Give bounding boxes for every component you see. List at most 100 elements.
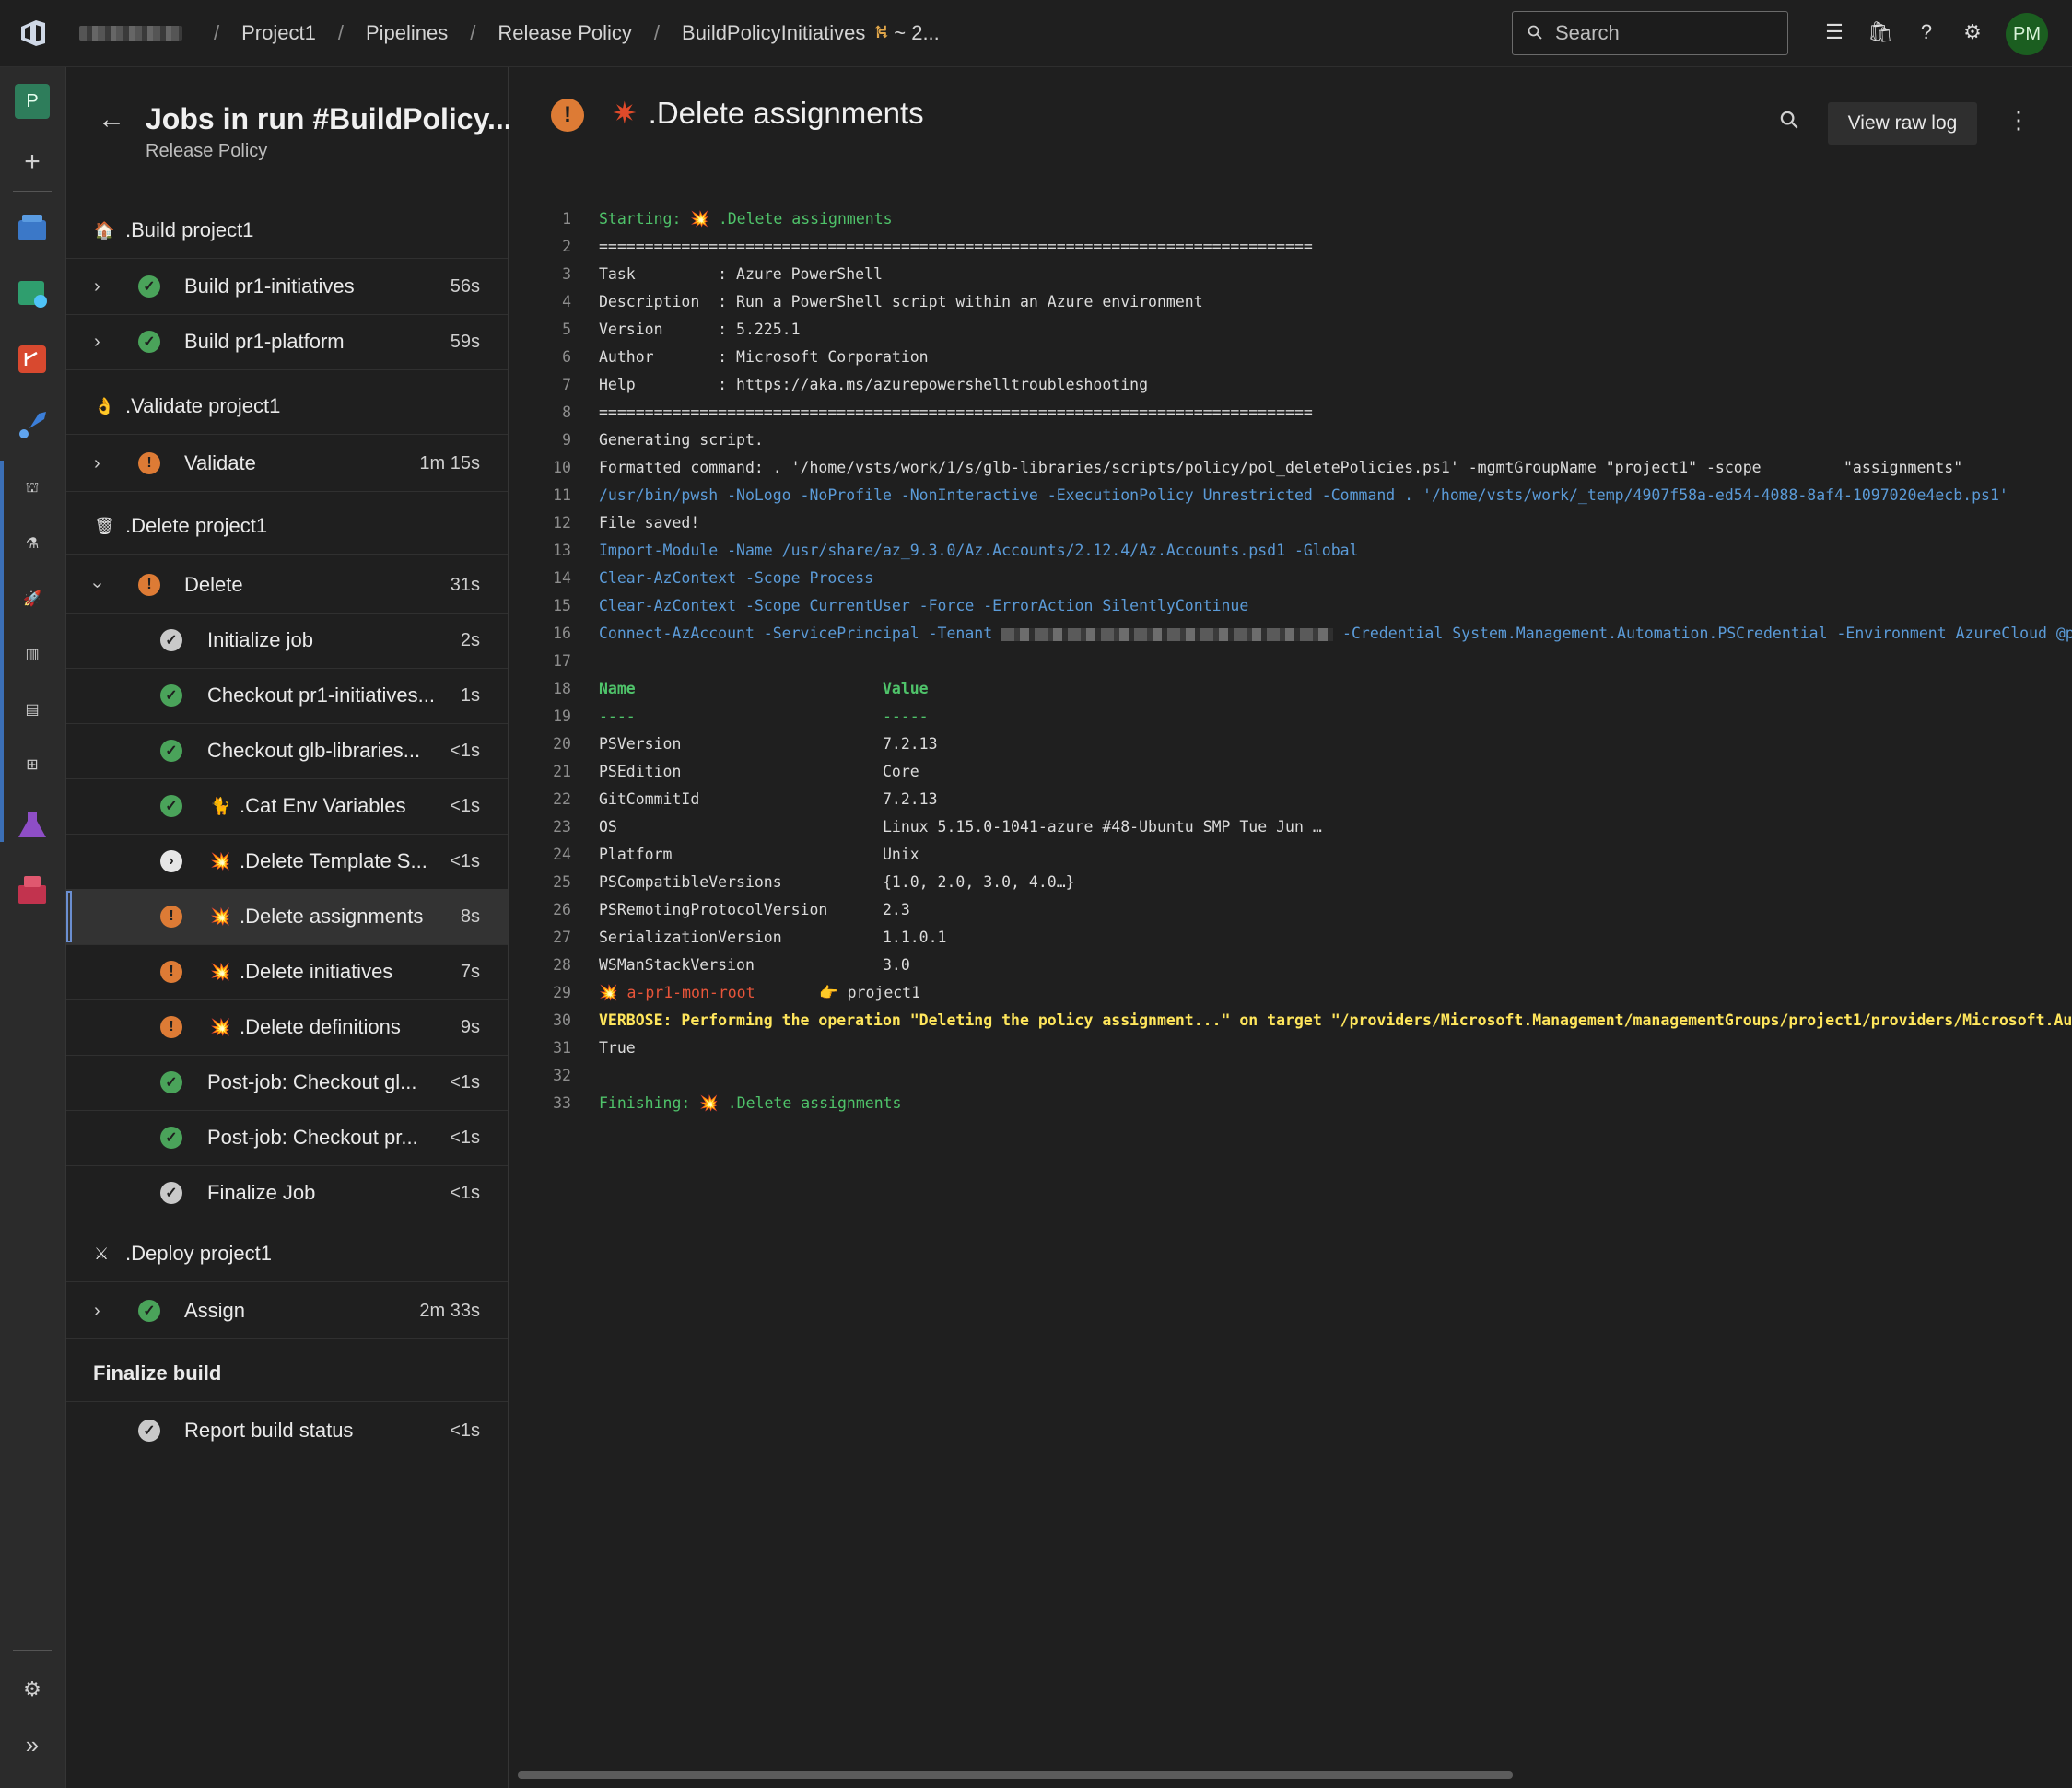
- navigation-rail: P + ⛫ ⚗ 🚀 ▥ ▤ ⊞ ⚙ »: [0, 67, 66, 1788]
- stage-deploy[interactable]: ⚔ .Deploy project1: [66, 1226, 508, 1282]
- more-options-icon[interactable]: ⋮: [2007, 106, 2031, 134]
- stage-delete[interactable]: 🗑 .Delete project1: [66, 498, 508, 555]
- log-line: 3 Task : Azure PowerShell: [509, 261, 2072, 288]
- log-line: 4 Description : Run a PowerShell script w…: [509, 288, 2072, 316]
- work-items-list-icon[interactable]: ☰: [1811, 11, 1857, 53]
- breadcrumb-run[interactable]: ~ 2...: [894, 21, 940, 45]
- log-line-text: ---- -----: [599, 707, 929, 725]
- log-line-text: Author : Microsoft Corporation: [599, 348, 929, 366]
- marketplace-bag-icon[interactable]: 🛍: [1857, 11, 1903, 53]
- search-placeholder: Search: [1555, 21, 1620, 44]
- log-line-number: 17: [553, 652, 571, 670]
- user-settings-icon[interactable]: ⚙: [1949, 11, 1996, 53]
- environments-icon[interactable]: ⚗: [11, 522, 53, 565]
- step-row[interactable]: ✓ Finalize Job <1s: [66, 1165, 508, 1221]
- back-arrow-icon[interactable]: ←: [98, 104, 125, 135]
- chevron-right-icon[interactable]: ›: [94, 1301, 100, 1322]
- log-line-number: 25: [553, 873, 571, 891]
- job-row[interactable]: › ✓ Assign 2m 33s: [66, 1283, 508, 1339]
- chevron-right-icon[interactable]: ›: [94, 276, 100, 298]
- library-icon[interactable]: ▥: [11, 633, 53, 675]
- log-line-number: 10: [553, 459, 571, 476]
- job-label: Report build status: [184, 1419, 354, 1442]
- job-row-expanded[interactable]: › ! Delete 31s: [66, 557, 508, 614]
- boards-icon[interactable]: [11, 272, 53, 314]
- log-line: 13 Import-Module -Name /usr/share/az_9.3.…: [509, 537, 2072, 565]
- repos-icon[interactable]: [11, 338, 53, 380]
- pipelines-builds-icon[interactable]: ⛫: [11, 467, 53, 509]
- avatar[interactable]: PM: [2006, 13, 2048, 55]
- log-line-text: Finishing: 💥 .Delete assignments: [599, 1094, 902, 1112]
- log-line-text: /usr/bin/pwsh -NoLogo -NoProfile -NonInt…: [599, 486, 2008, 504]
- job-duration: 59s: [450, 331, 480, 352]
- log-line: 5 Version : 5.225.1: [509, 316, 2072, 344]
- help-link[interactable]: https://aka.ms/azurepowershelltroublesho…: [736, 376, 1148, 393]
- log-line-number: 23: [553, 818, 571, 836]
- step-row[interactable]: ✓ 🐈 .Cat Env Variables <1s: [66, 778, 508, 835]
- azure-devops-logo-icon[interactable]: [0, 0, 66, 66]
- step-row[interactable]: ✓ Checkout pr1-initiatives... 1s: [66, 668, 508, 724]
- stage-build[interactable]: 🏠 .Build project1: [66, 203, 508, 259]
- log-line-number: 30: [553, 1011, 571, 1029]
- step-row[interactable]: ✓ Post-job: Checkout gl... <1s: [66, 1055, 508, 1111]
- log-line-number: 5: [562, 321, 571, 338]
- releases-icon[interactable]: 🚀: [11, 578, 53, 620]
- step-label: Finalize Job: [207, 1181, 316, 1204]
- job-row[interactable]: › ✓ Build pr1-initiatives 56s: [66, 259, 508, 315]
- task-groups-icon[interactable]: ▤: [11, 688, 53, 730]
- step-row[interactable]: ✓ Initialize job 2s: [66, 613, 508, 669]
- chevron-down-icon[interactable]: ›: [87, 582, 108, 589]
- breadcrumb-pipelines[interactable]: Pipelines: [366, 21, 448, 45]
- log-line-number: 29: [553, 984, 571, 1001]
- job-label: Assign: [184, 1299, 246, 1322]
- breadcrumb-release-policy[interactable]: Release Policy: [498, 21, 632, 45]
- job-row[interactable]: › ! Validate 1m 15s: [66, 436, 508, 492]
- log-line-text: Generating script.: [599, 431, 764, 449]
- job-label: Validate: [184, 451, 256, 474]
- step-row[interactable]: › 💥 .Delete Template S... <1s: [66, 834, 508, 890]
- log-title-text: .Delete assignments: [648, 96, 924, 130]
- search-log-icon[interactable]: [1780, 110, 1798, 135]
- step-duration: 2s: [460, 629, 480, 650]
- add-icon[interactable]: +: [11, 141, 53, 183]
- log-line: 1 Starting: 💥 .Delete assignments: [509, 205, 2072, 233]
- log-line: 9 Generating script.: [509, 427, 2072, 454]
- job-row[interactable]: ✓ Report build status <1s: [66, 1403, 508, 1458]
- step-label: .Delete initiatives: [240, 960, 393, 983]
- log-line-number: 9: [562, 431, 571, 449]
- log-line-number: 26: [553, 901, 571, 918]
- artifacts-icon[interactable]: [11, 869, 53, 911]
- breadcrumb-pipeline-name[interactable]: BuildPolicyInitiatives: [682, 21, 865, 45]
- pipelines-icon[interactable]: [11, 404, 53, 447]
- step-row[interactable]: ✓ Post-job: Checkout pr... <1s: [66, 1110, 508, 1166]
- step-row[interactable]: ✓ Checkout glb-libraries... <1s: [66, 723, 508, 779]
- jobs-panel: ← Jobs in run #BuildPolicy... Release Po…: [66, 67, 512, 1788]
- breadcrumb-project[interactable]: Project1: [241, 21, 316, 45]
- organization-crumb-redacted[interactable]: [79, 26, 182, 41]
- project-avatar[interactable]: P: [11, 80, 53, 123]
- job-row[interactable]: › ✓ Build pr1-platform 59s: [66, 314, 508, 370]
- view-raw-log-button[interactable]: View raw log: [1828, 102, 1977, 145]
- stage-validate[interactable]: 👌 .Validate project1: [66, 379, 508, 435]
- overview-icon[interactable]: [11, 205, 53, 248]
- step-row[interactable]: ! 💥 .Delete definitions 9s: [66, 999, 508, 1056]
- log-line: 14 Clear-AzContext -Scope Process: [509, 565, 2072, 592]
- stage-label: Finalize build: [93, 1361, 222, 1385]
- help-icon[interactable]: ?: [1903, 11, 1949, 53]
- log-line-text: File saved!: [599, 514, 700, 532]
- log-line-text: Name Value: [599, 680, 929, 697]
- chevron-right-icon[interactable]: ›: [94, 332, 100, 353]
- deployment-groups-icon[interactable]: ⊞: [11, 743, 53, 786]
- step-row-selected[interactable]: ! 💥 .Delete assignments 8s: [66, 889, 508, 945]
- jobs-panel-subtitle: Release Policy: [146, 141, 268, 161]
- log-line-number: 14: [553, 569, 571, 587]
- expand-rail-icon[interactable]: »: [11, 1724, 53, 1766]
- stage-finalize-build[interactable]: Finalize build: [66, 1346, 508, 1402]
- project-settings-gear-icon[interactable]: ⚙: [11, 1668, 53, 1711]
- horizontal-scrollbar[interactable]: [518, 1771, 1513, 1779]
- chevron-right-icon[interactable]: ›: [94, 453, 100, 474]
- log-line-number: 22: [553, 790, 571, 808]
- test-plans-icon[interactable]: [11, 804, 53, 847]
- search-input[interactable]: Search: [1512, 11, 1788, 55]
- step-row[interactable]: ! 💥 .Delete initiatives 7s: [66, 944, 508, 1000]
